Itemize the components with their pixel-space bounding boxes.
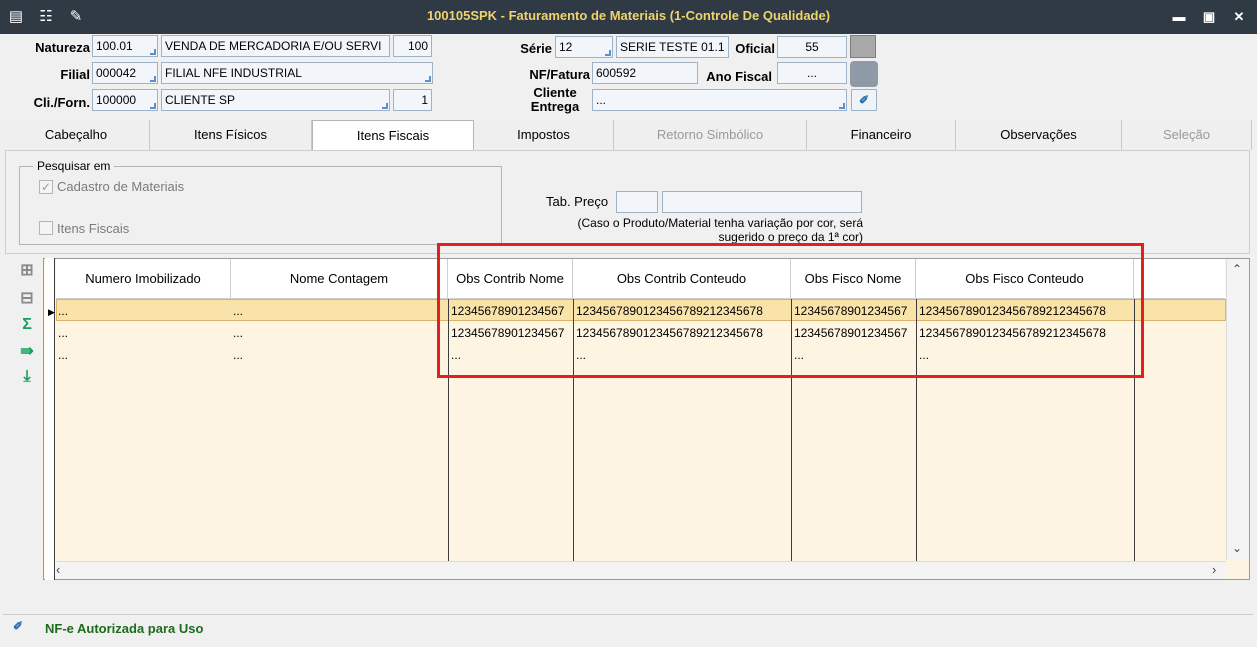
status-text: NF-e Autorizada para Uso bbox=[45, 621, 204, 636]
serie-code-field[interactable]: 12 bbox=[555, 36, 613, 58]
tab-preco-desc-field bbox=[662, 191, 862, 213]
oficial-button[interactable] bbox=[850, 35, 876, 58]
itens-fiscais-checkbox[interactable] bbox=[39, 221, 53, 235]
current-row-arrow-icon: ▶ bbox=[48, 307, 55, 317]
table-cell[interactable]: ... bbox=[56, 301, 231, 323]
tab-bar: Cabeçalho Itens Físicos Itens Fiscais Im… bbox=[3, 120, 1252, 151]
cli-code-field[interactable]: 100000 bbox=[92, 89, 158, 111]
oficial-label: Oficial bbox=[735, 41, 775, 56]
highlight-box bbox=[437, 243, 1144, 378]
ano-fiscal-button[interactable] bbox=[850, 61, 878, 87]
natureza-label: Natureza bbox=[35, 40, 90, 55]
status-bar: ✐ NF-e Autorizada para Uso bbox=[3, 614, 1253, 642]
export-icon[interactable]: ⇛ bbox=[14, 341, 40, 361]
maximize-button[interactable]: ▣ bbox=[1198, 8, 1220, 26]
filial-code-field[interactable]: 000042 bbox=[92, 62, 158, 84]
itens-fiscais-label: Itens Fiscais bbox=[57, 221, 130, 236]
cadastro-materiais-label: Cadastro de Materiais bbox=[57, 179, 185, 194]
tab-selecao: Seleção bbox=[1122, 120, 1252, 150]
scroll-right-icon[interactable]: › bbox=[1212, 562, 1216, 577]
lookup-icon[interactable]: ✐ bbox=[851, 89, 877, 111]
sum-icon[interactable]: Σ bbox=[14, 316, 40, 334]
cliente-entrega-label: Cliente Entrega bbox=[530, 85, 580, 114]
window-title: 100105SPK - Faturamento de Materiais (1-… bbox=[426, 8, 831, 23]
oficial-field: 55 bbox=[777, 36, 847, 58]
goto-end-icon[interactable]: ⤓ bbox=[14, 368, 40, 386]
filial-desc-field: FILIAL NFE INDUSTRIAL bbox=[161, 62, 433, 84]
scroll-down-icon[interactable]: ⌄ bbox=[1232, 541, 1242, 555]
tab-financeiro[interactable]: Financeiro bbox=[807, 120, 956, 150]
table-cell[interactable]: ... bbox=[231, 345, 448, 367]
natureza-code-field[interactable]: 100.01 bbox=[92, 35, 158, 57]
horizontal-scrollbar[interactable]: ‹ › bbox=[56, 561, 1226, 579]
search-group-title: Pesquisar em bbox=[33, 159, 115, 173]
col-nome-contagem[interactable]: Nome Contagem bbox=[231, 259, 448, 299]
tab-impostos[interactable]: Impostos bbox=[474, 120, 614, 150]
scroll-left-icon[interactable]: ‹ bbox=[56, 562, 60, 577]
nf-fatura-label: NF/Fatura bbox=[529, 67, 590, 82]
ano-fiscal-field[interactable]: ... bbox=[777, 62, 847, 84]
table-cell[interactable]: ... bbox=[231, 323, 448, 345]
tab-itens-fiscais[interactable]: Itens Fiscais bbox=[312, 120, 474, 151]
tab-preco-code-field[interactable] bbox=[616, 191, 658, 213]
vertical-scrollbar[interactable]: ⌃ ⌄ bbox=[1226, 259, 1249, 560]
table-cell[interactable]: ... bbox=[231, 301, 448, 323]
tab-cabecalho[interactable]: Cabeçalho bbox=[3, 120, 150, 150]
tab-observacoes[interactable]: Observações bbox=[956, 120, 1122, 150]
close-button[interactable]: ✕ bbox=[1228, 8, 1250, 26]
filial-label: Filial bbox=[60, 67, 90, 82]
table-cell[interactable]: ... bbox=[56, 323, 231, 345]
serie-desc-field: SERIE TESTE 01.1 bbox=[616, 36, 729, 58]
nfe-status-icon: ✐ bbox=[12, 619, 24, 633]
cadastro-materiais-checkbox[interactable]: ✓ bbox=[39, 180, 53, 194]
minimize-button[interactable]: ▬ bbox=[1168, 8, 1190, 26]
nf-fatura-field[interactable]: 600592 bbox=[592, 62, 698, 84]
cliente-entrega-field[interactable]: ... bbox=[592, 89, 847, 111]
add-row-icon[interactable]: ⊞ bbox=[14, 260, 40, 280]
natureza-desc-field: VENDA DE MERCADORIA E/OU SERVI bbox=[161, 35, 390, 57]
remove-row-icon[interactable]: ⊟ bbox=[14, 288, 40, 308]
serie-label: Série bbox=[520, 41, 552, 56]
tab-retorno-simbolico: Retorno Simbólico bbox=[614, 120, 807, 150]
cli-num-field[interactable]: 1 bbox=[393, 89, 432, 111]
natureza-num-field[interactable]: 100 bbox=[393, 35, 432, 57]
tab-preco-label: Tab. Preço bbox=[546, 194, 609, 209]
ano-fiscal-label: Ano Fiscal bbox=[706, 69, 772, 84]
title-bar: ▤ ☷ ✎ 100105SPK - Faturamento de Materia… bbox=[0, 0, 1257, 34]
tab-preco-note: (Caso o Produto/Material tenha variação … bbox=[577, 216, 863, 244]
col-numero-imobilizado[interactable]: Numero Imobilizado bbox=[56, 259, 231, 299]
table-cell[interactable]: ... bbox=[56, 345, 231, 367]
cli-desc-field: CLIENTE SP bbox=[161, 89, 390, 111]
col-filler bbox=[1134, 259, 1225, 299]
tab-itens-fisicos[interactable]: Itens Físicos bbox=[150, 120, 312, 150]
cli-forn-label: Cli./Forn. bbox=[33, 95, 90, 110]
scroll-up-icon[interactable]: ⌃ bbox=[1232, 262, 1242, 276]
